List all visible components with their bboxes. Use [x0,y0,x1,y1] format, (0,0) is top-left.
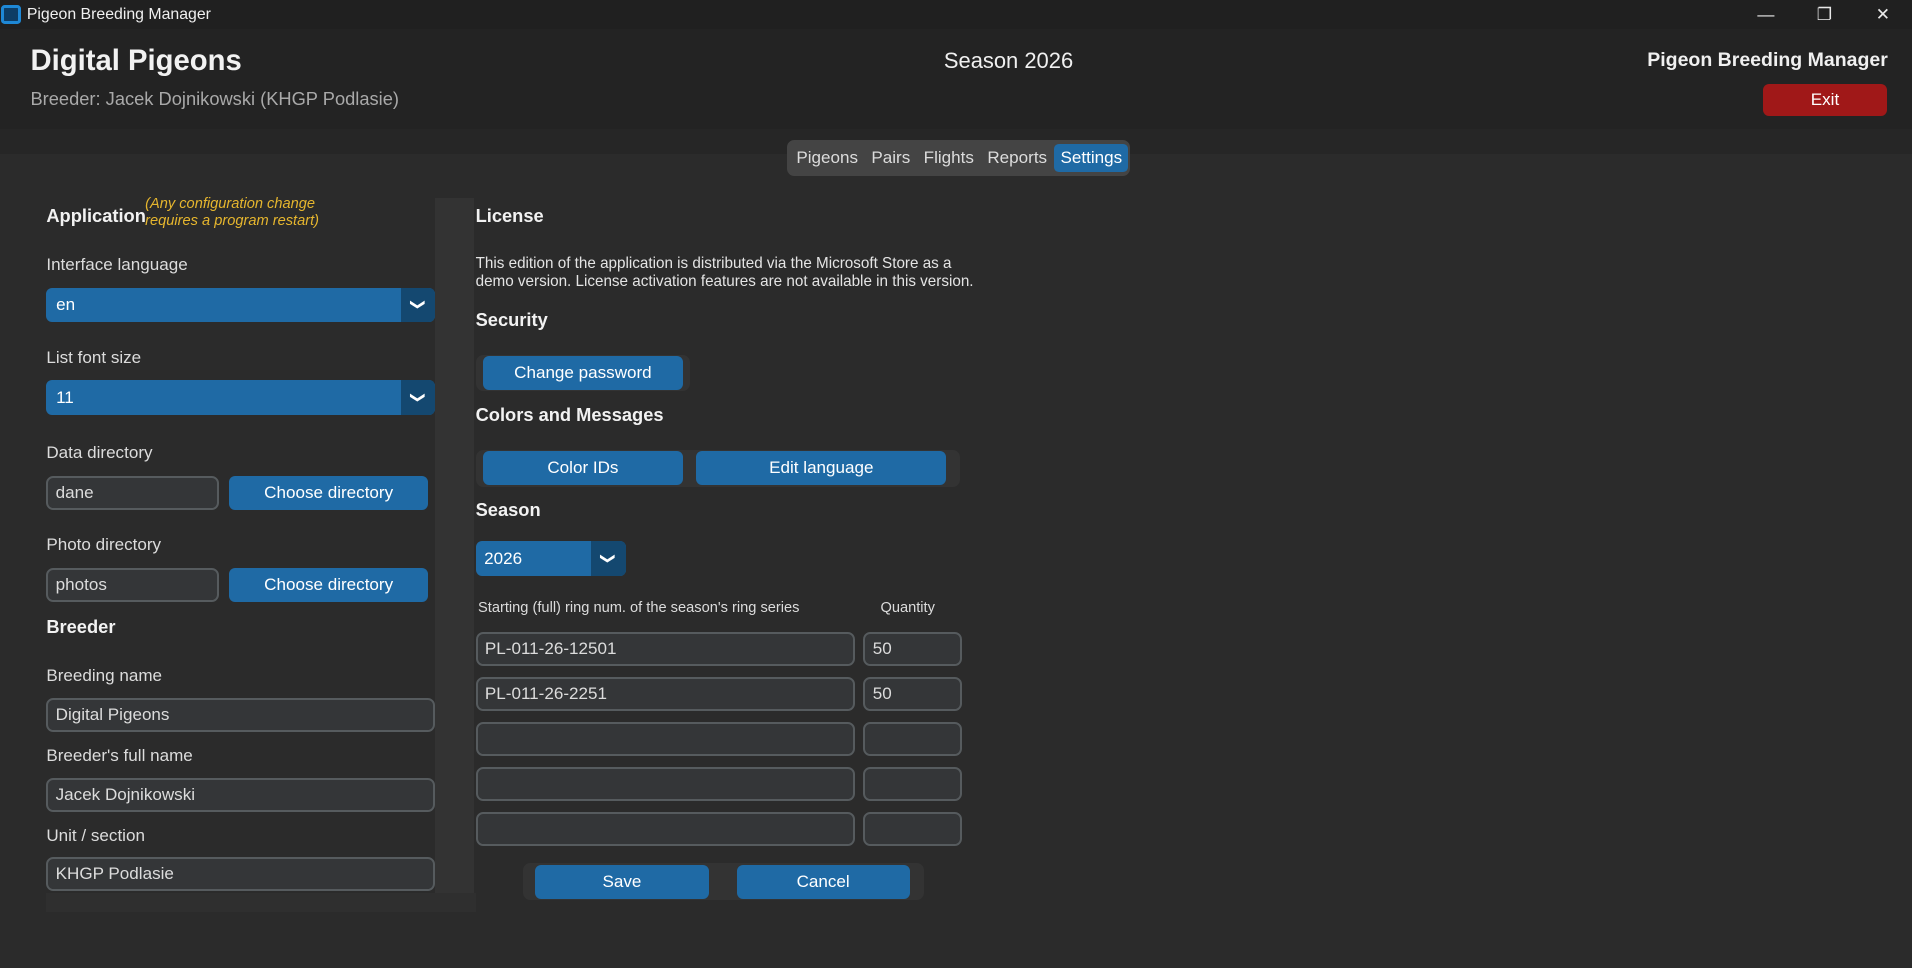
colors-messages-section-title: Colors and Messages [475,403,664,425]
title-bar: Pigeon Breeding Manager — ❐ ✕ [0,0,1912,30]
tab-settings[interactable]: Settings [1054,144,1129,172]
list-font-size-select[interactable]: 11 ❯ [46,380,436,415]
breeding-name-field[interactable]: Digital Pigeons [46,697,436,732]
restart-note: (Any configuration change requires a pro… [145,196,320,230]
photo-directory-field[interactable]: photos [46,568,220,603]
quantity-field[interactable] [863,812,963,847]
app-header: Digital Pigeons Breeder: Jacek Dojnikows… [0,29,1912,130]
edit-language-button[interactable]: Edit language [696,451,947,486]
ring-number-field[interactable] [475,721,855,757]
quantity-field[interactable] [863,767,963,802]
app-icon [1,4,21,25]
ring-number-field[interactable]: PL-011-26-12501 [475,631,855,666]
season-select-value: 2026 [484,548,523,568]
interface-language-value: en [56,294,76,314]
main-tabs: Pigeons Pairs Flights Reports Settings [786,140,1131,176]
list-font-size-value: 11 [56,387,74,407]
left-panel-footer [46,892,476,913]
choose-photo-directory-button[interactable]: Choose directory [229,568,429,603]
application-section-title: Application [46,204,146,226]
ring-number-column-header: Starting (full) ring num. of the season'… [478,599,800,616]
breeder-info: Breeder: Jacek Dojnikowski (KHGP Podlasi… [30,87,399,109]
tab-pairs[interactable]: Pairs [865,144,916,171]
data-directory-label: Data directory [46,442,153,462]
chevron-down-icon[interactable]: ❯ [401,380,436,415]
license-section-title: License [475,204,544,226]
save-button[interactable]: Save [535,864,709,899]
chevron-down-icon[interactable]: ❯ [401,287,436,322]
quantity-column-header: Quantity [880,599,935,616]
ring-number-field[interactable]: PL-011-26-2251 [475,676,855,711]
tab-reports[interactable]: Reports [981,144,1053,171]
chevron-down-icon[interactable]: ❯ [591,541,626,576]
window-title: Pigeon Breeding Manager [26,5,211,23]
tab-pigeons[interactable]: Pigeons [790,144,864,171]
unit-section-field[interactable]: KHGP Podlasie [46,857,436,892]
app-name-heading: Pigeon Breeding Manager [1647,48,1888,71]
photo-directory-label: Photo directory [46,535,162,555]
breeder-section-title: Breeder [46,615,116,637]
full-name-label: Breeder's full name [46,746,193,766]
minimize-icon[interactable]: — [1737,0,1796,29]
license-description: This edition of the application is distr… [475,254,974,291]
unit-section-label: Unit / section [46,825,145,845]
season-section-title: Season [475,498,541,520]
full-name-field[interactable]: Jacek Dojnikowski [46,778,436,813]
interface-language-select[interactable]: en ❯ [46,287,436,322]
security-section-title: Security [475,308,548,330]
breeding-name-label: Breeding name [46,665,163,685]
exit-button[interactable]: Exit [1763,84,1887,116]
ring-number-field[interactable] [475,767,855,802]
quantity-field[interactable] [863,721,963,757]
close-icon[interactable]: ✕ [1854,0,1912,29]
restore-icon[interactable]: ❐ [1795,0,1854,29]
interface-language-label: Interface language [46,254,188,274]
quantity-field[interactable]: 50 [863,631,963,666]
cancel-button[interactable]: Cancel [736,864,910,899]
change-password-button[interactable]: Change password [482,356,683,391]
tab-flights[interactable]: Flights [918,144,980,171]
season-select[interactable]: 2026 ❯ [475,541,626,576]
data-directory-field[interactable]: dane [46,475,220,510]
choose-data-directory-button[interactable]: Choose directory [229,475,429,510]
ring-number-field[interactable] [475,812,855,847]
season-heading: Season 2026 [943,47,1074,73]
left-panel-scrollbar[interactable] [435,197,475,913]
quantity-field[interactable]: 50 [863,676,963,711]
window-controls: — ❐ ✕ [1737,0,1912,29]
list-font-size-label: List font size [46,347,142,367]
color-ids-button[interactable]: Color IDs [482,451,683,486]
